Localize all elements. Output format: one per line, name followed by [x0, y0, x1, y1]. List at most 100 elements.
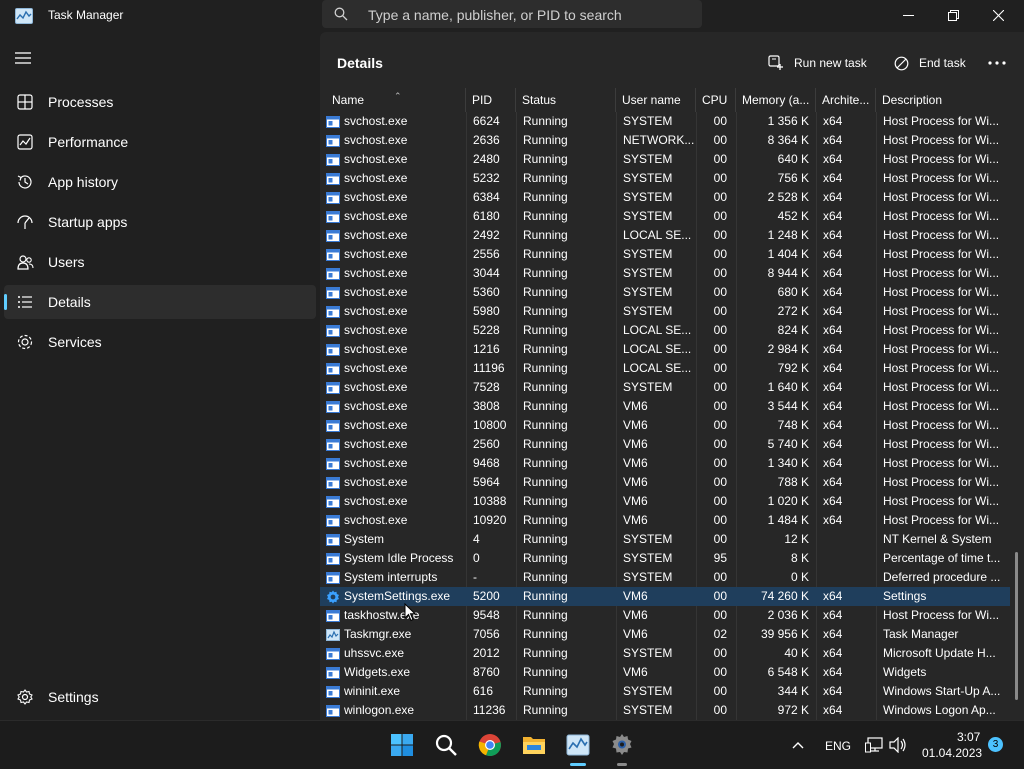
notification-badge[interactable]: 3: [988, 737, 1003, 752]
sidebar-item-services[interactable]: Services: [4, 325, 316, 359]
cell-description: Host Process for Wi...: [883, 190, 1000, 204]
run-new-task-button[interactable]: Run new task: [768, 48, 867, 78]
column-label: Memory (a...: [742, 93, 810, 107]
chrome-button[interactable]: [474, 729, 506, 761]
cell-status: Running: [523, 304, 568, 318]
cell-memory: 640 K: [777, 152, 809, 166]
sidebar-item-settings[interactable]: Settings: [4, 680, 316, 714]
cell-architecture: x64: [823, 190, 843, 204]
table-row[interactable]: wininit.exe 616 Running SYSTEM 00 344 K x64 Win…: [320, 682, 1010, 701]
sidebar-item-details[interactable]: Details: [4, 285, 316, 319]
column-header-pid[interactable]: PID: [466, 88, 516, 112]
table-row[interactable]: svchost.exe 5360 Running SYSTEM 00 680 K x64 Ho…: [320, 283, 1010, 302]
sidebar-item-users[interactable]: Users: [4, 245, 316, 279]
table-row[interactable]: svchost.exe 6180 Running SYSTEM 00 452 K x64 Ho…: [320, 207, 1010, 226]
sidebar-item-label: Startup apps: [48, 214, 128, 230]
show-hidden-icons-button[interactable]: [784, 729, 812, 761]
table-row[interactable]: svchost.exe 3808 Running VM6 00 3 544 K x64 Hos…: [320, 397, 1010, 416]
table-row[interactable]: svchost.exe 10800 Running VM6 00 748 K x64 Host…: [320, 416, 1010, 435]
cell-user-name: VM6: [623, 494, 648, 508]
sidebar-item-processes[interactable]: Processes: [4, 85, 316, 119]
network-button[interactable]: [862, 729, 886, 761]
cell-architecture: [823, 549, 873, 568]
table-row[interactable]: System 4 Running SYSTEM 00 12 K NT Kernel & Sy…: [320, 530, 1010, 549]
clock-date[interactable]: 01.04.2023: [922, 746, 982, 760]
table-row[interactable]: SystemSettings.exe 5200 Running VM6 00 74 260…: [320, 587, 1010, 606]
vertical-scrollbar[interactable]: [1015, 552, 1018, 700]
column-header-user-name[interactable]: User name: [616, 88, 696, 112]
end-task-button[interactable]: End task: [894, 48, 966, 78]
cell-status: Running: [523, 209, 568, 223]
language-indicator[interactable]: ENG: [825, 739, 851, 753]
taskbar-search-button[interactable]: [430, 729, 462, 761]
table-row[interactable]: svchost.exe 5964 Running VM6 00 788 K x64 Host …: [320, 473, 1010, 492]
cell-pid: 2560: [473, 437, 500, 451]
column-header-architecture[interactable]: Archite...: [816, 88, 876, 112]
table-row[interactable]: Widgets.exe 8760 Running VM6 00 6 548 K x64 Wid…: [320, 663, 1010, 682]
cell-status: Running: [523, 247, 568, 261]
cell-cpu: 00: [713, 323, 727, 337]
volume-button[interactable]: [886, 729, 910, 761]
column-header-name[interactable]: Name ⌃: [326, 88, 466, 112]
table-row[interactable]: winlogon.exe 11236 Running SYSTEM 00 972 K x64…: [320, 701, 1010, 720]
table-row[interactable]: svchost.exe 2636 Running NETWORK... 00 8 364 …: [320, 131, 1010, 150]
sidebar-item-app-history[interactable]: App history: [4, 165, 316, 199]
table-row[interactable]: svchost.exe 3044 Running SYSTEM 00 8 944 K x64…: [320, 264, 1010, 283]
cell-cpu: 00: [713, 304, 727, 318]
cell-cpu: 00: [713, 608, 727, 622]
file-explorer-button[interactable]: [518, 729, 550, 761]
hamburger-menu-button[interactable]: [14, 50, 36, 72]
table-row[interactable]: svchost.exe 9468 Running VM6 00 1 340 K x64 Hos…: [320, 454, 1010, 473]
table-row[interactable]: svchost.exe 2480 Running SYSTEM 00 640 K x64 Ho…: [320, 150, 1010, 169]
column-header-description[interactable]: Description: [876, 88, 1010, 112]
table-row[interactable]: svchost.exe 2560 Running VM6 00 5 740 K x64 Hos…: [320, 435, 1010, 454]
table-row[interactable]: Taskmgr.exe 7056 Running VM6 02 39 956 K x64 Ta…: [320, 625, 1010, 644]
process-name: svchost.exe: [344, 266, 408, 280]
column-header-cpu[interactable]: CPU: [696, 88, 736, 112]
table-row[interactable]: System interrupts - Running SYSTEM 00 0 K Defe…: [320, 568, 1010, 587]
cell-architecture: x64: [823, 665, 843, 679]
column-header-memory[interactable]: Memory (a...: [736, 88, 816, 112]
cell-cpu: 00: [713, 475, 727, 489]
cell-user-name: SYSTEM: [623, 190, 673, 204]
cell-status: Running: [523, 494, 568, 508]
start-button[interactable]: [386, 729, 418, 761]
sidebar-item-performance[interactable]: Performance: [4, 125, 316, 159]
table-row[interactable]: svchost.exe 10388 Running VM6 00 1 020 K x64 Ho…: [320, 492, 1010, 511]
table-row[interactable]: svchost.exe 7528 Running SYSTEM 00 1 640 K x64…: [320, 378, 1010, 397]
search-icon: [334, 7, 348, 24]
table-row[interactable]: svchost.exe 1216 Running LOCAL SE... 00 2 984…: [320, 340, 1010, 359]
table-row[interactable]: svchost.exe 5232 Running SYSTEM 00 756 K x64 Ho…: [320, 169, 1010, 188]
table-row[interactable]: svchost.exe 5228 Running LOCAL SE... 00 824 K…: [320, 321, 1010, 340]
table-row[interactable]: uhssvc.exe 2012 Running SYSTEM 00 40 K x64 Micr…: [320, 644, 1010, 663]
cell-architecture: x64: [823, 304, 843, 318]
column-header-status[interactable]: Status: [516, 88, 616, 112]
search-box[interactable]: [322, 0, 702, 28]
search-input[interactable]: [366, 4, 690, 26]
table-row[interactable]: svchost.exe 2492 Running LOCAL SE... 00 1 248…: [320, 226, 1010, 245]
clock-time[interactable]: 3:07: [957, 730, 980, 744]
cell-name: taskhostw.exe: [326, 606, 466, 625]
table-row[interactable]: svchost.exe 11196 Running LOCAL SE... 00 792 …: [320, 359, 1010, 378]
more-options-button[interactable]: [988, 48, 1016, 78]
table-row[interactable]: System Idle Process 0 Running SYSTEM 95 8 K Pe…: [320, 549, 1010, 568]
cell-pid: 3808: [473, 399, 500, 413]
table-row[interactable]: svchost.exe 6384 Running SYSTEM 00 2 528 K x64…: [320, 188, 1010, 207]
cell-status: Running: [523, 114, 568, 128]
sidebar-item-startup-apps[interactable]: Startup apps: [4, 205, 316, 239]
app-title: Task Manager: [48, 8, 124, 22]
table-row[interactable]: taskhostw.exe 9548 Running VM6 00 2 036 K x64 H…: [320, 606, 1010, 625]
table-row[interactable]: svchost.exe 5980 Running SYSTEM 00 272 K x64 Ho…: [320, 302, 1010, 321]
settings-taskbar-button[interactable]: [606, 729, 638, 766]
cell-pid: 7528: [473, 380, 500, 394]
close-button[interactable]: [975, 0, 1021, 30]
table-row[interactable]: svchost.exe 2556 Running SYSTEM 00 1 404 K x64…: [320, 245, 1010, 264]
table-row[interactable]: svchost.exe 6624 Running SYSTEM 00 1 356 K x64…: [320, 112, 1010, 131]
minimize-button[interactable]: [885, 0, 931, 30]
task-manager-taskbar-button[interactable]: [562, 729, 594, 766]
restore-button[interactable]: [930, 0, 976, 30]
cell-description: Host Process for Wi...: [883, 456, 1000, 470]
cell-architecture: x64: [823, 323, 843, 337]
table-row[interactable]: svchost.exe 10920 Running VM6 00 1 484 K x64 Ho…: [320, 511, 1010, 530]
cell-user-name: LOCAL SE...: [623, 323, 692, 337]
